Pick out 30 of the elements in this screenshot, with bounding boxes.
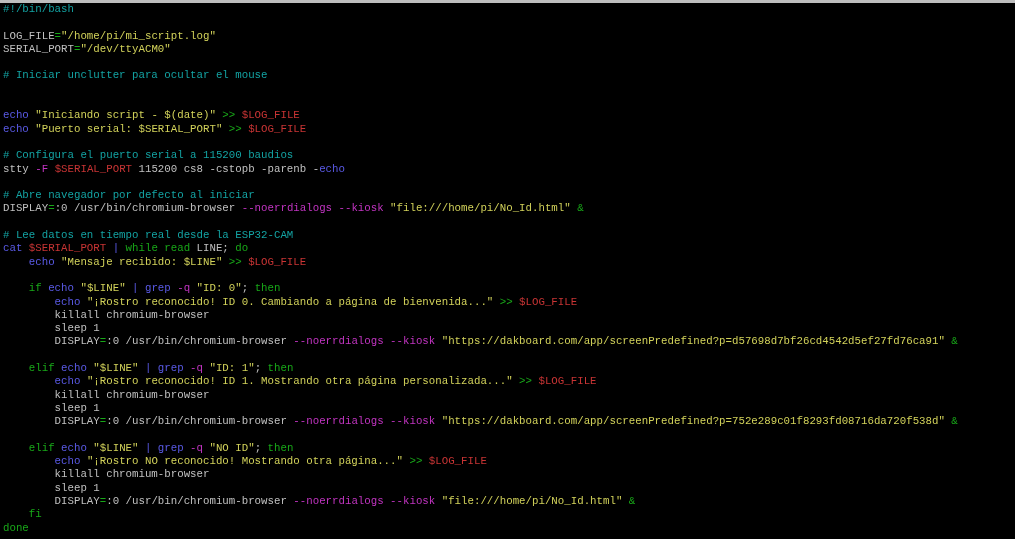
code-line: killall chromium-browser bbox=[53, 468, 210, 482]
code-line: echo "Puerto serial: $SERIAL_PORT" >> $LOG_FILE bbox=[3, 122, 307, 136]
code-line: killall chromium-browser bbox=[53, 308, 210, 323]
code-line: done bbox=[3, 521, 29, 535]
code-line: cat $SERIAL_PORT | while read LINE; do bbox=[3, 242, 249, 256]
code-line: echo "Mensaje recibido: $LINE" >> $LOG_FILE bbox=[27, 255, 307, 269]
code-line: echo "Iniciando script - $(date)" >> $LOG_FILE bbox=[3, 109, 300, 123]
code-line: stty -F $SERIAL_PORT 115200 cs8 -cstopb -parenb -echo bbox=[3, 162, 345, 176]
code-line: echo "¡Rostro reconocido! ID 1. Mostrando otra página personalizada..." >> $LOG_FILE bbox=[53, 375, 597, 389]
code-line: DISPLAY=:0 /usr/bin/chromium-browser --noerrdialogs --kiosk "https://dakboard.com/app/screenPredefined?p=d57698d7bf26cd4542d5ef27fd76ca91" & bbox=[53, 335, 958, 349]
code-line: elif echo "$LINE" | grep -q "NO ID"; then bbox=[27, 441, 294, 456]
code-line: LOG_FILE="/home/pi/mi_script.log" bbox=[3, 29, 216, 43]
code-line: sleep 1 bbox=[53, 401, 100, 416]
code-line: #!/bin/bash bbox=[3, 3, 74, 17]
code-line: SERIAL_PORT="/dev/ttyACM0" bbox=[3, 42, 171, 57]
code-line: # Abre navegador por defecto al iniciar bbox=[3, 189, 255, 203]
code-line: killall chromium-browser bbox=[53, 388, 210, 402]
code-line: fi bbox=[27, 508, 42, 522]
code-line: DISPLAY=:0 /usr/bin/chromium-browser --noerrdialogs --kiosk "file:///home/pi/No_Id.html" & bbox=[3, 202, 584, 216]
code-line: # Lee datos en tiempo real desde la ESP32-CAM bbox=[3, 229, 294, 243]
code-line: DISPLAY=:0 /usr/bin/chromium-browser --noerrdialogs --kiosk "https://dakboard.com/app/screenPredefined?p=752e289c01f8293fd08716da720f538d" & bbox=[53, 415, 958, 429]
code-line: # Iniciar unclutter para ocultar el mouse bbox=[3, 69, 268, 83]
code-line: sleep 1 bbox=[53, 481, 100, 495]
code-line: # Configura el puerto serial a 115200 baudios bbox=[3, 149, 294, 163]
code-line: echo "¡Rostro NO reconocido! Mostrando otra página..." >> $LOG_FILE bbox=[53, 455, 487, 469]
code-line: elif echo "$LINE" | grep -q "ID: 1"; then bbox=[27, 362, 294, 376]
code-line: if echo "$LINE" | grep -q "ID: 0"; then bbox=[27, 282, 281, 296]
code-line: DISPLAY=:0 /usr/bin/chromium-browser --noerrdialogs --kiosk "file:///home/pi/No_Id.html" & bbox=[53, 495, 636, 509]
code-line: sleep 1 bbox=[53, 322, 100, 336]
code-line: echo "¡Rostro reconocido! ID 0. Cambiando a página de bienvenida..." >> $LOG_FILE bbox=[53, 295, 578, 309]
